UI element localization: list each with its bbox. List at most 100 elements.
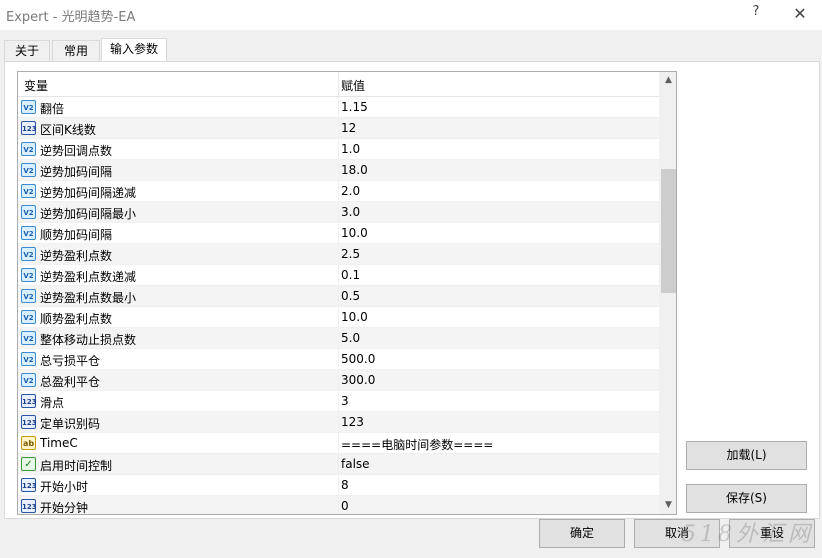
parameter-value[interactable]: 123 bbox=[341, 415, 364, 429]
n123-type-icon: 123 bbox=[21, 121, 37, 135]
cell-divider bbox=[338, 286, 339, 307]
grid-header: 变量 赋值 bbox=[18, 72, 659, 97]
scrollbar-thumb[interactable] bbox=[661, 169, 676, 293]
cell-divider bbox=[338, 265, 339, 286]
v2-type-icon: V2 bbox=[21, 352, 36, 366]
parameter-name: 逆势盈利点数 bbox=[40, 249, 113, 263]
parameter-name: 逆势盈利点数最小 bbox=[40, 291, 137, 305]
n123-type-icon: 123 bbox=[21, 394, 37, 408]
parameter-value[interactable]: 12 bbox=[341, 121, 356, 135]
parameter-value[interactable]: 2.5 bbox=[341, 247, 360, 261]
parameter-value[interactable]: 5.0 bbox=[341, 331, 360, 345]
parameter-name: 区间K线数 bbox=[40, 123, 96, 137]
table-row[interactable]: V2 翻倍 1.15 bbox=[18, 97, 659, 118]
vertical-scrollbar[interactable]: ▲ ▼ bbox=[659, 72, 676, 514]
parameter-value[interactable]: 0 bbox=[341, 499, 349, 513]
parameter-value[interactable]: 3 bbox=[341, 394, 349, 408]
parameter-name: 翻倍 bbox=[40, 102, 65, 116]
table-row[interactable]: 123 区间K线数 12 bbox=[18, 118, 659, 139]
column-header-value[interactable]: 赋值 bbox=[341, 77, 365, 94]
parameter-name: 逆势加码间隔 bbox=[40, 165, 113, 179]
cell-divider bbox=[338, 370, 339, 391]
table-row[interactable]: V2 逆势盈利点数最小 0.5 bbox=[18, 286, 659, 307]
parameter-value[interactable]: false bbox=[341, 457, 370, 471]
parameter-name: 启用时间控制 bbox=[40, 459, 113, 473]
cell-divider bbox=[338, 349, 339, 370]
parameter-value[interactable]: 8 bbox=[341, 478, 349, 492]
cell-divider bbox=[338, 412, 339, 433]
tab-about[interactable]: 关于 bbox=[4, 40, 50, 62]
parameter-name: 总亏损平仓 bbox=[40, 354, 101, 368]
table-row[interactable]: V2 整体移动止损点数 5.0 bbox=[18, 328, 659, 349]
cell-divider bbox=[338, 454, 339, 475]
v2-type-icon: V2 bbox=[21, 289, 36, 303]
table-row[interactable]: V2 总亏损平仓 500.0 bbox=[18, 349, 659, 370]
table-row[interactable]: V2 逆势盈利点数 2.5 bbox=[18, 244, 659, 265]
table-row[interactable]: V2 逆势加码间隔 18.0 bbox=[18, 160, 659, 181]
cell-divider bbox=[338, 118, 339, 139]
save-button[interactable]: 保存(S) bbox=[686, 484, 807, 513]
parameter-name: 顺势盈利点数 bbox=[40, 312, 113, 326]
v2-type-icon: V2 bbox=[21, 247, 36, 261]
column-header-variable[interactable]: 变量 bbox=[24, 77, 48, 94]
table-row[interactable]: ✓ 启用时间控制 false bbox=[18, 454, 659, 475]
cell-divider bbox=[338, 433, 339, 454]
parameter-value[interactable]: ====电脑时间参数==== bbox=[341, 436, 493, 453]
v2-type-icon: V2 bbox=[21, 373, 36, 387]
table-row[interactable]: V2 逆势加码间隔最小 3.0 bbox=[18, 202, 659, 223]
scroll-down-arrow-icon[interactable]: ▼ bbox=[660, 497, 676, 514]
chk-type-icon: ✓ bbox=[21, 457, 36, 471]
parameter-value[interactable]: 2.0 bbox=[341, 184, 360, 198]
ok-button[interactable]: 确定 bbox=[539, 519, 625, 548]
parameter-value[interactable]: 0.1 bbox=[341, 268, 360, 282]
parameter-value[interactable]: 500.0 bbox=[341, 352, 375, 366]
v2-type-icon: V2 bbox=[21, 205, 36, 219]
table-row[interactable]: 123 定单识别码 123 bbox=[18, 412, 659, 433]
table-row[interactable]: V2 逆势盈利点数递减 0.1 bbox=[18, 265, 659, 286]
table-row[interactable]: V2 逆势加码间隔递减 2.0 bbox=[18, 181, 659, 202]
load-button[interactable]: 加载(L) bbox=[686, 441, 807, 470]
cell-divider bbox=[338, 223, 339, 244]
v2-type-icon: V2 bbox=[21, 184, 36, 198]
scroll-up-arrow-icon[interactable]: ▲ bbox=[660, 72, 676, 89]
tab-inputs[interactable]: 输入参数 bbox=[101, 38, 167, 63]
table-row[interactable]: ab TimeC ====电脑时间参数==== bbox=[18, 433, 659, 454]
cell-divider bbox=[338, 244, 339, 265]
table-row[interactable]: 123 开始小时 8 bbox=[18, 475, 659, 496]
parameter-name: 滑点 bbox=[40, 396, 65, 410]
parameter-value[interactable]: 10.0 bbox=[341, 226, 368, 240]
ab-type-icon: ab bbox=[21, 436, 36, 450]
table-row[interactable]: V2 顺势盈利点数 10.0 bbox=[18, 307, 659, 328]
cell-divider bbox=[338, 496, 339, 514]
v2-type-icon: V2 bbox=[21, 268, 36, 282]
column-divider[interactable] bbox=[338, 72, 339, 97]
parameter-name: 逆势回调点数 bbox=[40, 144, 113, 158]
tab-common[interactable]: 常用 bbox=[52, 40, 100, 62]
cell-divider bbox=[338, 139, 339, 160]
cell-divider bbox=[338, 160, 339, 181]
table-row[interactable]: 123 开始分钟 0 bbox=[18, 496, 659, 515]
table-row[interactable]: V2 逆势回调点数 1.0 bbox=[18, 139, 659, 160]
n123-type-icon: 123 bbox=[21, 415, 37, 429]
parameter-value[interactable]: 18.0 bbox=[341, 163, 368, 177]
help-icon[interactable]: ? bbox=[748, 4, 764, 24]
cell-divider bbox=[338, 307, 339, 328]
parameter-name: 整体移动止损点数 bbox=[40, 333, 137, 347]
v2-type-icon: V2 bbox=[21, 226, 36, 240]
parameter-name: 逆势加码间隔递减 bbox=[40, 186, 137, 200]
parameter-value[interactable]: 1.15 bbox=[341, 100, 368, 114]
parameter-name: 开始分钟 bbox=[40, 501, 89, 515]
parameter-value[interactable]: 3.0 bbox=[341, 205, 360, 219]
parameter-value[interactable]: 10.0 bbox=[341, 310, 368, 324]
cell-divider bbox=[338, 202, 339, 223]
table-row[interactable]: 123 滑点 3 bbox=[18, 391, 659, 412]
table-row[interactable]: V2 顺势加码间隔 10.0 bbox=[18, 223, 659, 244]
v2-type-icon: V2 bbox=[21, 100, 36, 114]
parameter-value[interactable]: 1.0 bbox=[341, 142, 360, 156]
table-row[interactable]: V2 总盈利平仓 300.0 bbox=[18, 370, 659, 391]
parameter-value[interactable]: 300.0 bbox=[341, 373, 375, 387]
close-icon[interactable]: ✕ bbox=[788, 2, 812, 26]
parameter-value[interactable]: 0.5 bbox=[341, 289, 360, 303]
title-bar: Expert - 光明趋势-EA ? ✕ bbox=[0, 0, 822, 30]
v2-type-icon: V2 bbox=[21, 142, 36, 156]
